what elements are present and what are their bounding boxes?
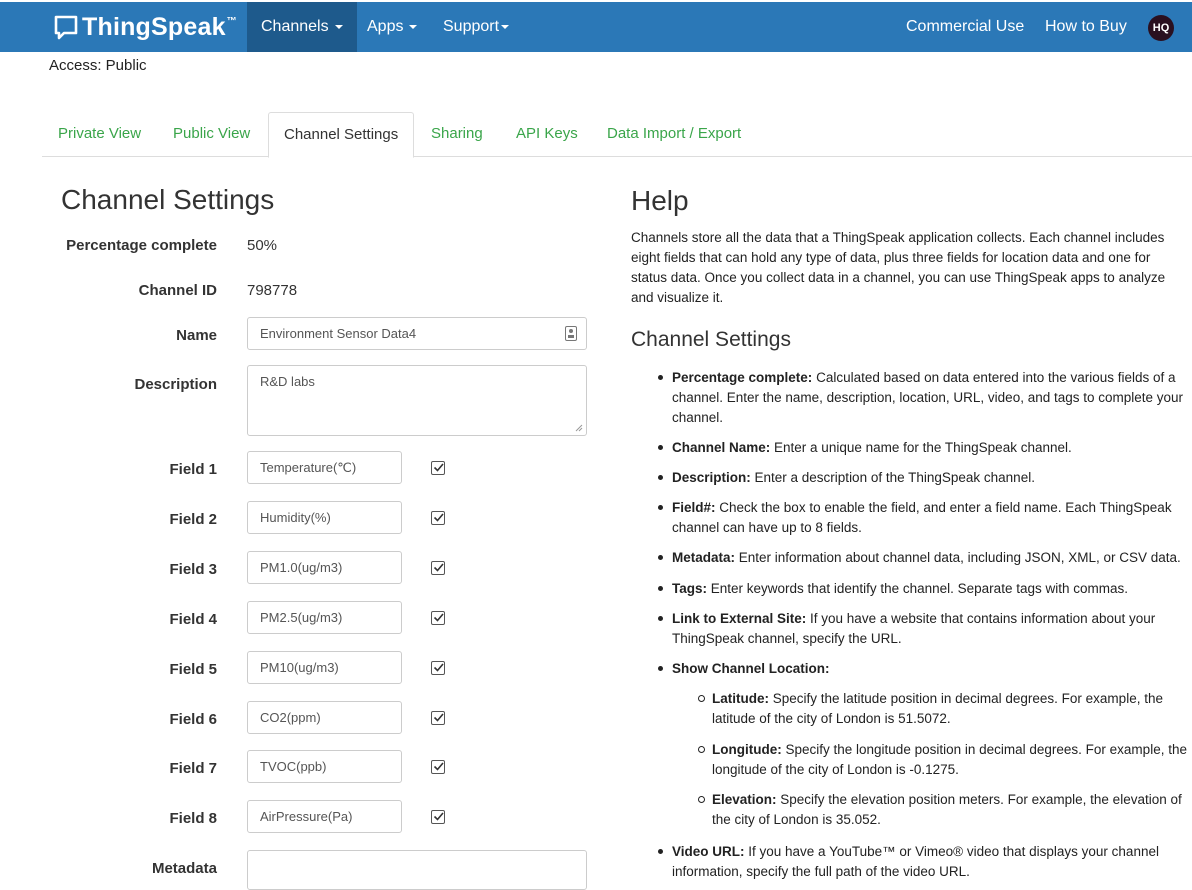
top-navbar: ThingSpeak ™ Channels Apps Support Commer…	[0, 2, 1192, 52]
field-4-input[interactable]: PM2.5(ug/m3)	[247, 601, 402, 634]
help-item-3-term: Description:	[672, 470, 751, 485]
metadata-label: Metadata	[151, 860, 217, 877]
name-input[interactable]: Environment Sensor Data4	[247, 317, 587, 350]
nav-how-to-buy[interactable]: How to Buy	[1031, 2, 1141, 52]
field-4-label: Field 4	[169, 611, 217, 628]
checkmark-icon	[433, 762, 444, 771]
channel-id-label: Channel ID	[138, 282, 217, 299]
help-item-9: Video URL: If you have a YouTube™ or Vim…	[658, 842, 1188, 882]
contact-card-icon[interactable]	[565, 326, 577, 341]
checkmark-icon	[433, 513, 444, 522]
checkmark-icon	[433, 613, 444, 622]
field-6-checkbox[interactable]	[431, 711, 445, 725]
field-3-checkbox[interactable]	[431, 561, 445, 575]
help-location-item-3: Elevation: Specify the elevation positio…	[698, 790, 1188, 830]
help-heading: Help	[631, 185, 689, 216]
percentage-label: Percentage complete	[66, 237, 217, 254]
speech-bubble-icon	[54, 15, 78, 39]
description-label: Description	[134, 376, 217, 393]
field-5-label: Field 5	[169, 661, 217, 678]
settings-heading: Channel Settings	[61, 184, 275, 215]
help-location-item-3-term: Elevation:	[712, 792, 777, 807]
help-item-3: Description: Enter a description of the …	[658, 468, 1188, 488]
field-8-input[interactable]: AirPressure(Pa)	[247, 800, 402, 833]
tab-channel-settings[interactable]: Channel Settings	[268, 112, 415, 158]
help-item-1-term: Percentage complete:	[672, 370, 813, 385]
caret-down-icon	[501, 24, 510, 29]
field-8-checkbox[interactable]	[431, 810, 445, 824]
percentage-value: 50%	[247, 237, 278, 254]
field-2-checkbox[interactable]	[431, 511, 445, 525]
resize-grip-icon[interactable]	[575, 424, 583, 432]
caret-down-icon	[409, 24, 418, 29]
nav-support[interactable]: Support	[429, 2, 523, 52]
description-textarea[interactable]: R&D labs	[247, 365, 587, 436]
tab-api-keys[interactable]: API Keys	[501, 112, 593, 157]
brand-trademark: ™	[226, 16, 237, 27]
checkmark-icon	[433, 812, 444, 821]
help-settings-heading: Channel Settings	[631, 328, 791, 351]
help-item-9-term: Video URL:	[672, 844, 745, 859]
nav-apps[interactable]: Apps	[353, 2, 431, 52]
field-1-label: Field 1	[169, 461, 217, 478]
help-item-4: Field#: Check the box to enable the fiel…	[658, 498, 1188, 538]
help-item-5: Metadata: Enter information about channe…	[658, 548, 1188, 568]
checkmark-icon	[433, 713, 444, 722]
tab-sharing[interactable]: Sharing	[416, 112, 498, 157]
help-item-8: Show Channel Location:	[658, 659, 1188, 679]
tab-private-view[interactable]: Private View	[43, 112, 156, 157]
checkmark-icon	[433, 463, 444, 472]
name-input-value: Environment Sensor Data4	[260, 326, 417, 341]
field-7-checkbox[interactable]	[431, 760, 445, 774]
help-item-4-term: Field#:	[672, 500, 716, 515]
help-item-7: Link to External Site: If you have a web…	[658, 609, 1188, 649]
field-2-label: Field 2	[169, 511, 217, 528]
nav-channels[interactable]: Channels	[247, 2, 357, 52]
field-3-input[interactable]: PM1.0(ug/m3)	[247, 551, 402, 584]
field-7-label: Field 7	[169, 760, 217, 777]
field-3-label: Field 3	[169, 561, 217, 578]
brand-logo[interactable]: ThingSpeak ™	[54, 13, 237, 42]
field-8-label: Field 8	[169, 810, 217, 827]
help-intro: Channels store all the data that a Thing…	[631, 230, 1166, 305]
help-location-item-1-term: Latitude:	[712, 691, 769, 706]
field-4-checkbox[interactable]	[431, 611, 445, 625]
help-item-1: Percentage complete: Calculated based on…	[658, 368, 1188, 428]
help-item-2: Channel Name: Enter a unique name for th…	[658, 438, 1188, 458]
tab-public-view[interactable]: Public View	[158, 112, 265, 157]
nav-apps-label: Apps	[367, 18, 404, 35]
help-location-item-1: Latitude: Specify the latitude position …	[698, 689, 1188, 729]
help-item-6-term: Tags:	[672, 581, 708, 596]
help-item-2-term: Channel Name:	[672, 440, 771, 455]
field-2-input[interactable]: Humidity(%)	[247, 501, 402, 534]
help-location-item-2-term: Longitude:	[712, 742, 782, 757]
help-item-6: Tags: Enter keywords that identify the c…	[658, 579, 1188, 599]
help-item-8-term: Show Channel Location:	[672, 661, 830, 676]
help-item-5-term: Metadata:	[672, 550, 736, 565]
access-status: Access: Public	[49, 57, 147, 74]
tab-data-import-export[interactable]: Data Import / Export	[592, 112, 756, 157]
field-1-input[interactable]: Temperature(℃)	[247, 451, 402, 484]
field-6-label: Field 6	[169, 711, 217, 728]
help-item-7-term: Link to External Site:	[672, 611, 807, 626]
field-5-checkbox[interactable]	[431, 661, 445, 675]
nav-commercial-use[interactable]: Commercial Use	[892, 2, 1038, 52]
help-location-item-2: Longitude: Specify the longitude positio…	[698, 740, 1188, 780]
checkmark-icon	[433, 563, 444, 572]
name-label: Name	[176, 327, 217, 344]
channel-tabs: Private View Public View Channel Setting…	[42, 112, 1192, 158]
field-1-checkbox[interactable]	[431, 461, 445, 475]
channel-id-value: 798778	[247, 282, 298, 299]
nav-support-label: Support	[443, 18, 500, 35]
brand-name: ThingSpeak	[82, 13, 226, 41]
metadata-input[interactable]	[247, 850, 587, 890]
field-6-input[interactable]: CO2(ppm)	[247, 701, 402, 734]
nav-channels-label: Channels	[261, 18, 329, 35]
description-value: R&D labs	[260, 374, 315, 389]
caret-down-icon	[334, 24, 343, 29]
field-7-input[interactable]: TVOC(ppb)	[247, 750, 402, 783]
field-5-input[interactable]: PM10(ug/m3)	[247, 651, 402, 684]
checkmark-icon	[433, 663, 444, 672]
user-avatar[interactable]: HQ	[1148, 15, 1174, 41]
